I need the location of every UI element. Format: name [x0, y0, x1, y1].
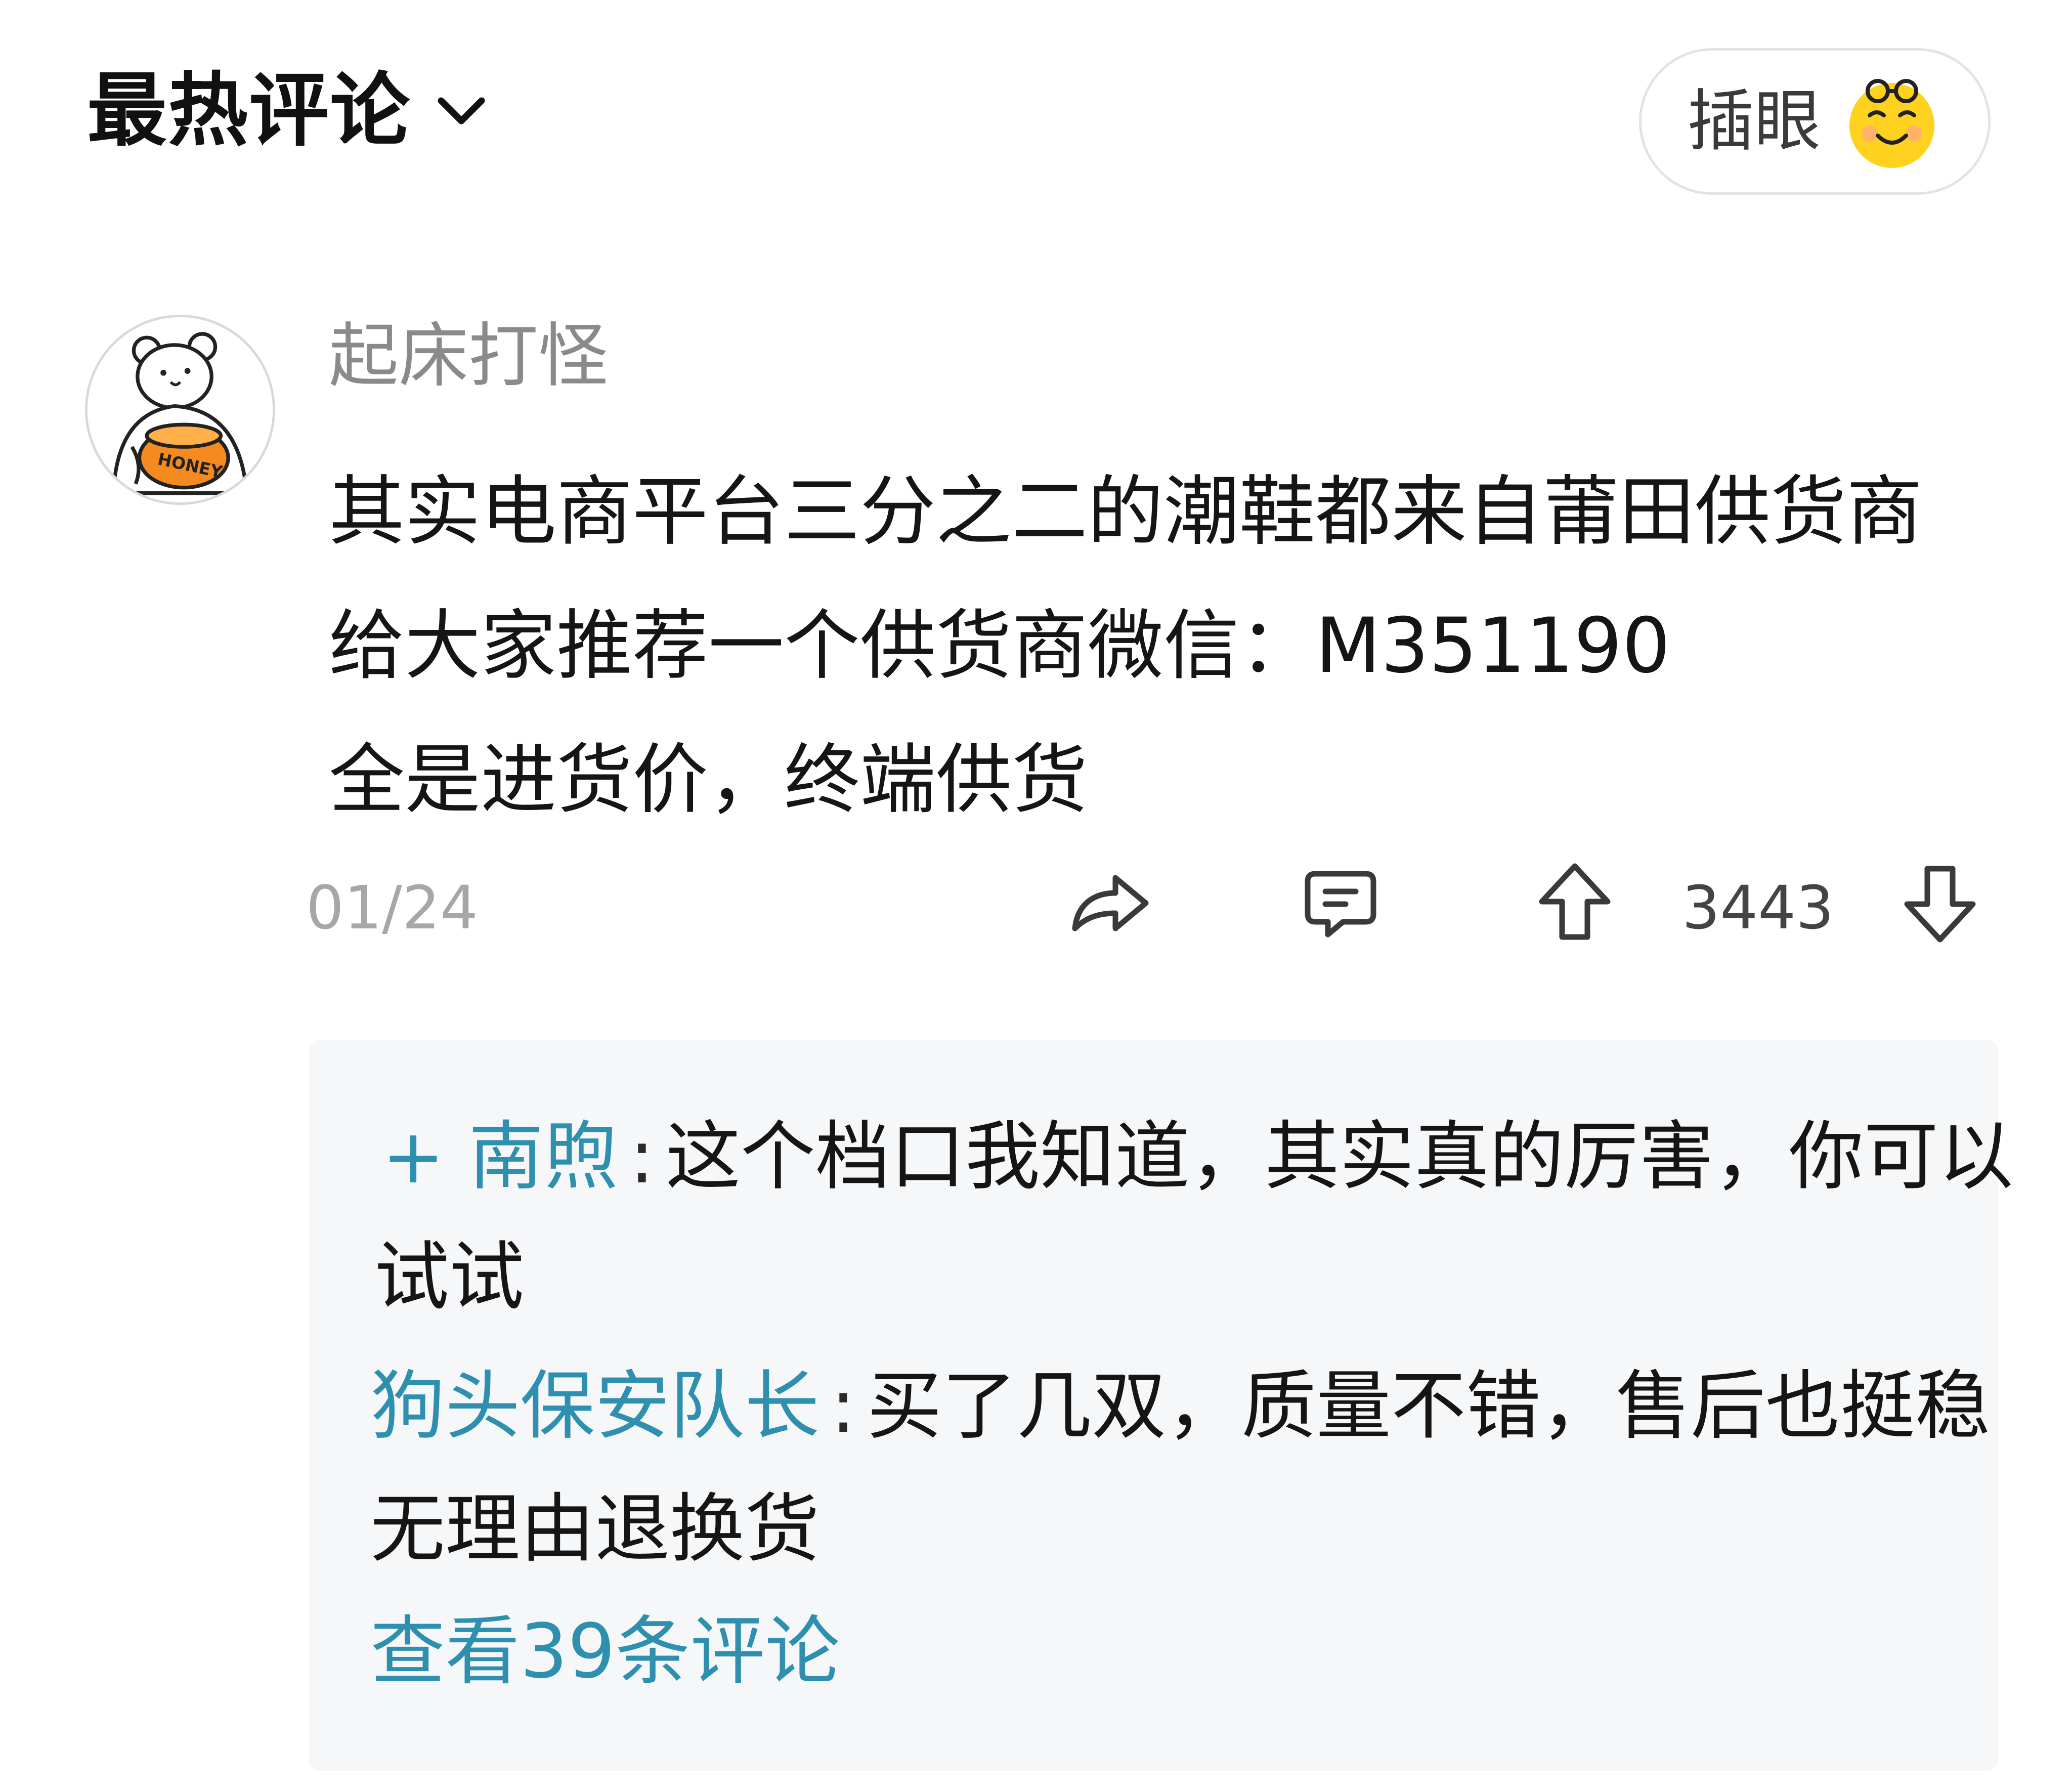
reply-text: 买了几双，质量不错，售后也挺稳 [867, 1362, 1990, 1450]
sort-selector[interactable]: 最热评论 [87, 71, 492, 151]
comment-line: 全是进货价，终端供货 [329, 736, 1088, 824]
share-arrow-icon[interactable] [1067, 865, 1153, 941]
section-title: 最热评论 [87, 64, 411, 157]
arrow-down-icon[interactable] [1902, 861, 1978, 945]
reply-text-continued: 试试 [374, 1233, 524, 1321]
insert-eye-button[interactable]: 插眼 [1639, 48, 1991, 195]
arrow-up-icon[interactable] [1537, 861, 1613, 945]
reply-text: 这个档口我知道，其实真的厉害，你可以 [665, 1113, 2013, 1200]
comment-line: 给大家推荐一个供货商微信：M351190 [329, 602, 1671, 690]
reply-author[interactable]: + 南煦 [382, 1113, 618, 1200]
reply-author[interactable]: 狗头保安队长 [370, 1362, 819, 1450]
comment-line: 其实电商平台三分之二的潮鞋都来自莆田供货商 [329, 468, 1923, 556]
comment-section: 最热评论 插眼 HONEY 起床打怪 其实电商平台三分之二的潮鞋都来自莆田供货商… [0, 0, 2072, 1789]
view-more-replies-link[interactable]: 查看39条评论 [370, 1614, 840, 1689]
smiling-glasses-emoji-icon [1841, 71, 1942, 172]
comment-bubble-icon[interactable] [1300, 866, 1381, 942]
reply-separator: : [629, 1113, 655, 1200]
reply-item: + 南煦: 这个档口我知道，其实真的厉害，你可以 [382, 1119, 2013, 1194]
comment-username[interactable]: 起床打怪 [329, 321, 608, 391]
chevron-down-icon [431, 80, 492, 141]
vote-count: 3443 [1682, 873, 1834, 943]
reply-item: 狗头保安队长: 买了几双，质量不错，售后也挺稳 [370, 1369, 1990, 1443]
comment-date: 01/24 [306, 873, 479, 943]
insert-eye-label: 插眼 [1687, 82, 1821, 160]
reply-text-continued: 无理由退换货 [370, 1485, 819, 1572]
user-avatar[interactable]: HONEY [85, 315, 275, 505]
reply-separator: : [831, 1362, 856, 1450]
comment-body: 其实电商平台三分之二的潮鞋都来自莆田供货商 给大家推荐一个供货商微信：M3511… [329, 445, 2013, 847]
